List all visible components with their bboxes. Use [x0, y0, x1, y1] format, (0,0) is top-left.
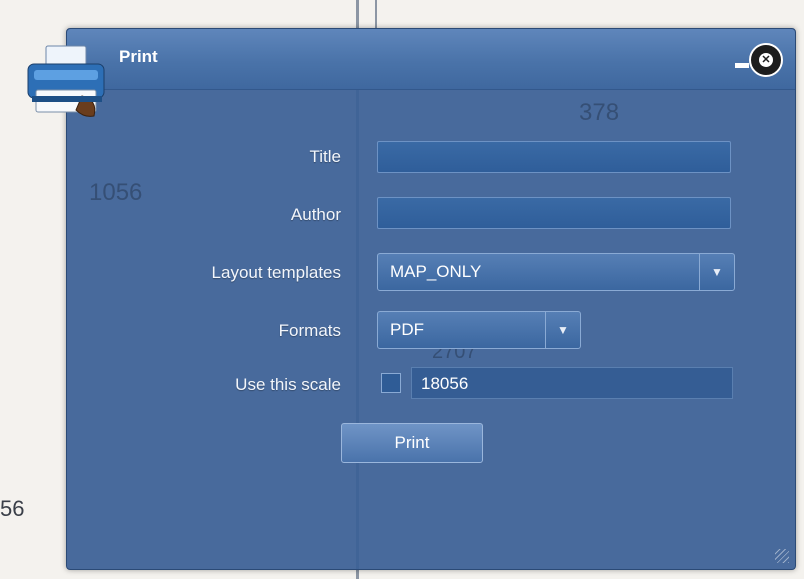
formats-value: PDF: [390, 320, 424, 339]
scale-value[interactable]: 18056: [421, 374, 468, 394]
title-label: Title: [309, 147, 342, 166]
title-input[interactable]: [377, 141, 731, 173]
printer-icon: [27, 45, 105, 117]
map-road-line: [375, 0, 377, 30]
print-dialog: Print ✕ 1056 378 2707 Title Author Layou…: [66, 28, 796, 570]
dialog-title: Print: [119, 47, 158, 66]
use-scale-label: Use this scale: [235, 375, 341, 394]
use-scale-checkbox[interactable]: [381, 373, 401, 393]
layout-templates-select[interactable]: MAP_ONLY ▼: [377, 253, 735, 291]
dialog-titlebar[interactable]: Print ✕: [67, 29, 795, 90]
chevron-down-icon[interactable]: ▼: [699, 254, 734, 290]
minimize-button[interactable]: [735, 63, 749, 68]
close-icon: ✕: [759, 53, 773, 67]
close-button[interactable]: ✕: [749, 43, 783, 77]
map-label-1056: 1056: [89, 179, 143, 206]
formats-label: Formats: [278, 321, 341, 340]
map-label-56: 56: [0, 496, 25, 521]
formats-select[interactable]: PDF ▼: [377, 311, 581, 349]
layout-templates-label: Layout templates: [211, 263, 341, 282]
author-label: Author: [290, 205, 341, 224]
resize-grip-icon[interactable]: [775, 549, 789, 563]
print-button[interactable]: Print: [341, 423, 483, 463]
chevron-down-icon[interactable]: ▼: [545, 312, 580, 348]
map-label-378: 378: [579, 99, 620, 126]
author-input[interactable]: [377, 197, 731, 229]
layout-templates-value: MAP_ONLY: [390, 262, 482, 281]
